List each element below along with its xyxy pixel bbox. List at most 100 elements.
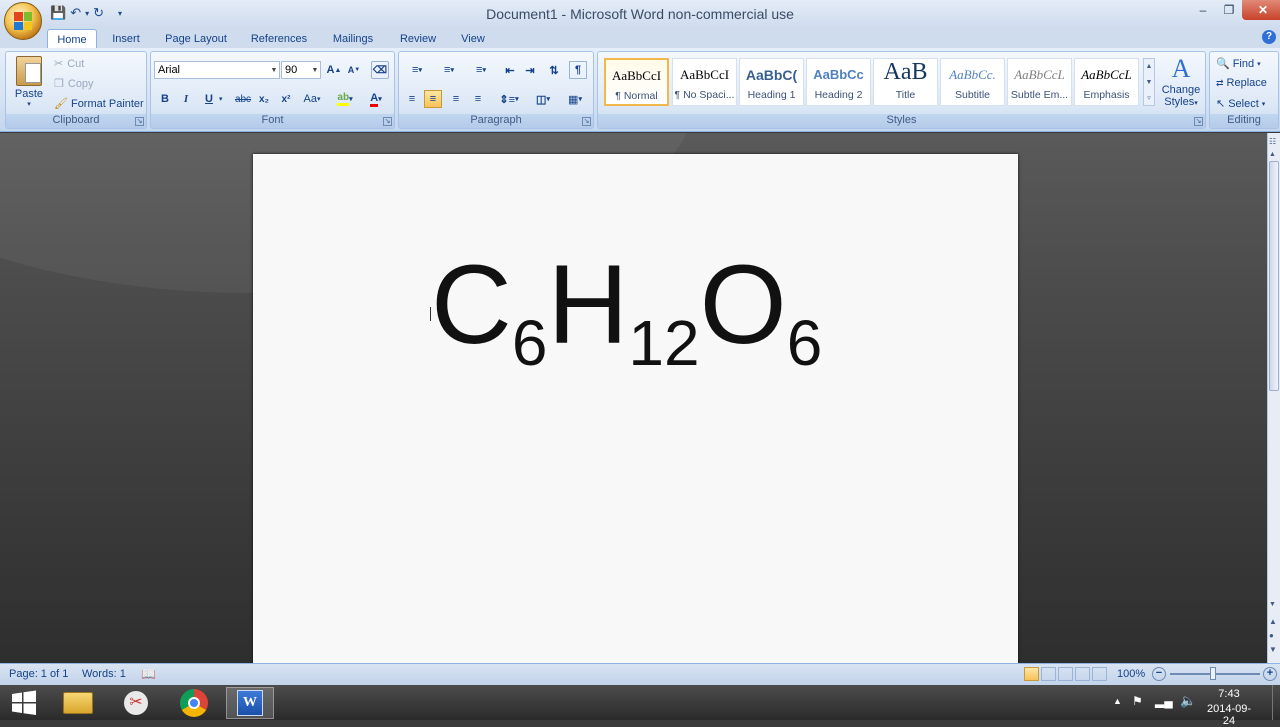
format-painter-button[interactable]: 🖌 Format Painter xyxy=(54,97,144,111)
ruler-toggle-icon[interactable]: ☷ xyxy=(1269,137,1279,149)
change-case-button[interactable]: Aa ▾ xyxy=(299,90,325,108)
borders-button[interactable]: ▦ ▾ xyxy=(561,90,589,108)
style-normal[interactable]: AaBbCcI ¶ Normal xyxy=(604,58,669,106)
select-button[interactable]: ↖ Select ▾ xyxy=(1216,97,1265,111)
shrink-font-button[interactable]: A ▼ xyxy=(345,61,363,79)
bullets-button[interactable]: ≡ ▾ xyxy=(403,61,431,79)
close-icon[interactable]: ✕ xyxy=(1242,0,1280,20)
prev-page-icon[interactable]: ▲ xyxy=(1269,617,1279,626)
paragraph-launcher-icon[interactable]: ↘ xyxy=(582,117,591,126)
tab-references[interactable]: References xyxy=(244,29,314,48)
style-subtitle[interactable]: AaBbCc. Subtitle xyxy=(940,58,1005,106)
underline-dropdown-icon[interactable]: ▾ xyxy=(219,95,223,103)
browse-object-icon[interactable]: ● xyxy=(1269,631,1279,640)
tab-review[interactable]: Review xyxy=(392,29,444,48)
outline-icon[interactable] xyxy=(1075,667,1090,681)
vertical-scrollbar[interactable]: ☷ ▲ ▼ ▲ ● ▼ xyxy=(1267,133,1280,663)
paste-button[interactable]: Paste ▾ xyxy=(10,54,48,114)
cut-button[interactable]: ✂ Cut xyxy=(54,57,84,71)
paste-dropdown-icon[interactable]: ▾ xyxy=(10,100,48,108)
clipboard-launcher-icon[interactable]: ↘ xyxy=(135,117,144,126)
font-size-combo[interactable]: 90 ▼ xyxy=(281,61,321,79)
chevron-down-icon: ▾ xyxy=(450,67,454,74)
network-icon[interactable]: ▂▄ xyxy=(1155,694,1173,708)
superscript-button[interactable]: x² xyxy=(277,90,295,108)
start-button[interactable] xyxy=(0,687,48,719)
volume-icon[interactable]: 🔈 xyxy=(1180,693,1196,709)
justify-button[interactable]: ≡ xyxy=(469,90,487,108)
line-spacing-button[interactable]: ⇕≡ ▾ xyxy=(495,90,523,108)
grow-font-button[interactable]: A ▲ xyxy=(325,61,343,79)
style-heading-1[interactable]: AaBbC(Heading 1 xyxy=(739,58,804,106)
show-marks-button[interactable]: ¶ xyxy=(569,61,587,79)
shading-button[interactable]: ◫ ▾ xyxy=(529,90,557,108)
style-subtle-emphasis[interactable]: AaBbCcL Subtle Em... xyxy=(1007,58,1072,106)
scroll-up-icon[interactable]: ▲ xyxy=(1269,151,1279,158)
increase-indent-button[interactable]: ⇥ xyxy=(521,61,539,79)
maximize-icon[interactable]: ❐ xyxy=(1216,0,1242,20)
zoom-slider-thumb[interactable] xyxy=(1210,667,1216,680)
snipping-tool-icon[interactable]: ✂ xyxy=(112,687,160,719)
zoom-in-icon[interactable]: + xyxy=(1263,667,1277,681)
tab-page-layout[interactable]: Page Layout xyxy=(160,29,232,48)
styles-gallery-scroll[interactable]: ▲ ▼ ▿ xyxy=(1143,58,1155,106)
tab-mailings[interactable]: Mailings xyxy=(324,29,382,48)
sort-button[interactable]: ⇅ xyxy=(545,61,563,79)
style-emphasis[interactable]: AaBbCcL Emphasis xyxy=(1074,58,1139,106)
office-button[interactable] xyxy=(4,2,42,40)
align-center-button[interactable]: ≡ xyxy=(424,90,442,108)
numbering-button[interactable]: ≡ ▾ xyxy=(435,61,463,79)
style-heading-2[interactable]: AaBbCc Heading 2 xyxy=(806,58,871,106)
chrome-icon[interactable] xyxy=(170,687,218,719)
find-button[interactable]: 🔍 Find ▾ xyxy=(1216,57,1261,71)
font-launcher-icon[interactable]: ↘ xyxy=(383,117,392,126)
action-center-icon[interactable]: ⚑ xyxy=(1132,694,1143,708)
word-taskbar-icon[interactable]: W xyxy=(226,687,274,719)
font-name-combo[interactable]: Arial ▼ xyxy=(154,61,280,79)
proofing-icon[interactable]: 📖 xyxy=(141,667,156,681)
full-screen-reading-icon[interactable] xyxy=(1041,667,1056,681)
show-desktop-button[interactable] xyxy=(1272,685,1280,720)
bold-button[interactable]: B xyxy=(156,90,174,108)
subscript-button[interactable]: x₂ xyxy=(255,90,273,108)
align-right-button[interactable]: ≡ xyxy=(447,90,465,108)
multilevel-list-button[interactable]: ≡ ▾ xyxy=(467,61,495,79)
decrease-indent-button[interactable]: ⇤ xyxy=(501,61,519,79)
next-page-icon[interactable]: ▼ xyxy=(1269,645,1279,654)
tab-home[interactable]: Home xyxy=(47,29,97,49)
minimize-icon[interactable]: – xyxy=(1190,0,1216,20)
scroll-thumb[interactable] xyxy=(1269,161,1279,391)
strikethrough-button[interactable]: abc xyxy=(231,90,255,108)
line-spacing-icon: ⇕≡ xyxy=(499,93,516,106)
align-left-button[interactable]: ≡ xyxy=(403,90,421,108)
underline-button[interactable]: U xyxy=(200,90,218,108)
font-color-button[interactable]: A ▾ xyxy=(363,90,389,108)
copy-button[interactable]: ❐ Copy xyxy=(54,77,94,91)
styles-launcher-icon[interactable]: ↘ xyxy=(1194,117,1203,126)
style-name: Subtitle xyxy=(954,89,991,101)
clock[interactable]: 7:43 2014-09-24 xyxy=(1206,688,1252,727)
show-hidden-icons-icon[interactable]: ▲ xyxy=(1113,696,1122,706)
highlight-button[interactable]: ab ▾ xyxy=(331,90,359,108)
zoom-out-icon[interactable]: − xyxy=(1152,667,1166,681)
page-count-status[interactable]: Page: 1 of 1 xyxy=(9,668,68,680)
zoom-level[interactable]: 100% xyxy=(1117,668,1145,680)
print-layout-icon[interactable] xyxy=(1024,667,1039,681)
italic-button[interactable]: I xyxy=(177,90,195,108)
help-icon[interactable]: ? xyxy=(1262,30,1276,44)
style-name: Subtle Em... xyxy=(1010,89,1069,101)
tab-insert[interactable]: Insert xyxy=(102,29,150,48)
change-styles-button[interactable]: A Change Styles▾ xyxy=(1158,54,1204,114)
web-layout-icon[interactable] xyxy=(1058,667,1073,681)
style-no-spacing[interactable]: AaBbCcI ¶ No Spaci... xyxy=(672,58,737,106)
document-page[interactable]: C6H12O6 xyxy=(253,154,1018,663)
formula-text[interactable]: C6H12O6 xyxy=(431,249,822,376)
style-title[interactable]: AaB Title xyxy=(873,58,938,106)
draft-icon[interactable] xyxy=(1092,667,1107,681)
file-explorer-icon[interactable] xyxy=(54,687,102,719)
tab-view[interactable]: View xyxy=(452,29,494,48)
replace-button[interactable]: ⇄ Replace xyxy=(1216,77,1267,89)
clear-formatting-button[interactable]: ⌫ xyxy=(371,61,389,79)
word-count-status[interactable]: Words: 1 xyxy=(82,668,126,680)
scroll-down-icon[interactable]: ▼ xyxy=(1269,601,1279,608)
